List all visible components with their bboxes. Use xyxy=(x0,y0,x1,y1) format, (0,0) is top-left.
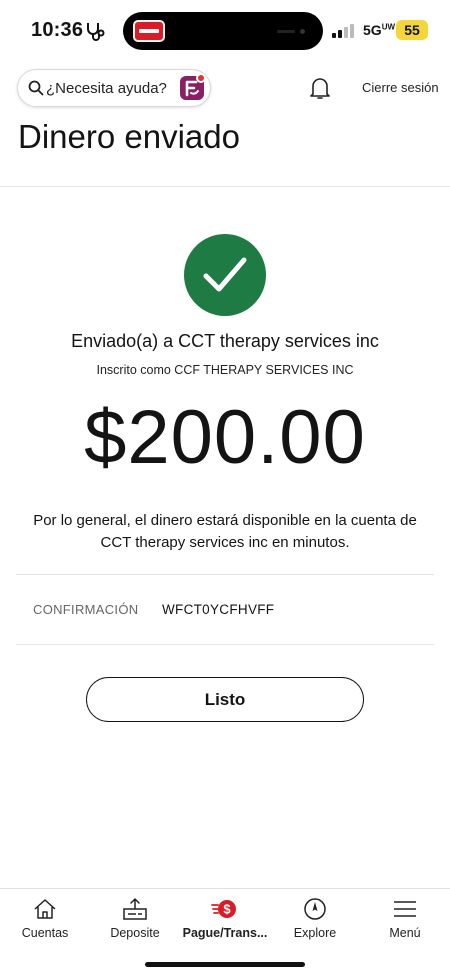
island-indicator xyxy=(277,30,295,33)
dynamic-island xyxy=(123,12,323,50)
nav-label: Pague/Trans... xyxy=(182,926,268,940)
nav-label: Cuentas xyxy=(21,926,69,940)
search-icon xyxy=(28,80,44,96)
divider xyxy=(16,644,434,645)
success-check-icon xyxy=(184,234,266,316)
network-indicator: 5GUW xyxy=(363,22,396,38)
notification-dot xyxy=(196,73,206,83)
compass-icon xyxy=(304,898,326,920)
home-icon xyxy=(34,899,56,919)
divider xyxy=(16,574,434,575)
pay-transfer-icon: $ xyxy=(211,900,236,918)
nav-item-menu[interactable]: Menú xyxy=(360,889,450,949)
bell-icon[interactable] xyxy=(309,76,331,100)
help-search-input[interactable]: ¿Necesita ayuda? xyxy=(17,69,211,107)
amount-sent: $200.00 xyxy=(84,395,366,480)
title-divider xyxy=(0,186,450,187)
hamburger-menu-icon xyxy=(394,901,416,917)
nav-item-pay-transfer[interactable]: $ Pague/Trans... xyxy=(180,889,270,949)
nav-label: Menú xyxy=(389,926,421,940)
deposit-icon xyxy=(123,898,147,920)
nav-label: Explore xyxy=(293,926,337,940)
bank-app-icon xyxy=(133,20,165,42)
done-button[interactable]: Listo xyxy=(86,677,364,722)
camera-dot xyxy=(300,29,305,34)
search-placeholder: ¿Necesita ayuda? xyxy=(46,80,167,97)
status-time: 10:36 xyxy=(31,19,84,41)
stethoscope-icon xyxy=(87,23,105,41)
nav-item-explore[interactable]: Explore xyxy=(270,889,360,949)
home-indicator[interactable] xyxy=(145,962,305,967)
nav-item-deposit[interactable]: Deposite xyxy=(90,889,180,949)
confirmation-code: WFCT0YCFHVFF xyxy=(162,602,275,617)
nav-label: Deposite xyxy=(110,926,160,940)
battery-indicator: 55 xyxy=(396,20,428,40)
svg-text:$: $ xyxy=(223,902,231,917)
page-title: Dinero enviado xyxy=(18,118,240,155)
nav-item-accounts[interactable]: Cuentas xyxy=(0,889,90,949)
confirmation-label: CONFIRMACIÓN xyxy=(33,602,139,617)
enrolled-name-text: Inscrito como CCF THERAPY SERVICES INC xyxy=(96,363,354,377)
logout-link[interactable]: Cierre sesión xyxy=(362,80,439,95)
availability-message: Por lo general, el dinero estará disponi… xyxy=(33,512,417,551)
signal-strength-icon xyxy=(332,24,354,38)
status-bar: 10:36 5GUW 55 xyxy=(0,0,450,60)
recipient-text: Enviado(a) a CCT therapy services inc xyxy=(71,331,379,351)
